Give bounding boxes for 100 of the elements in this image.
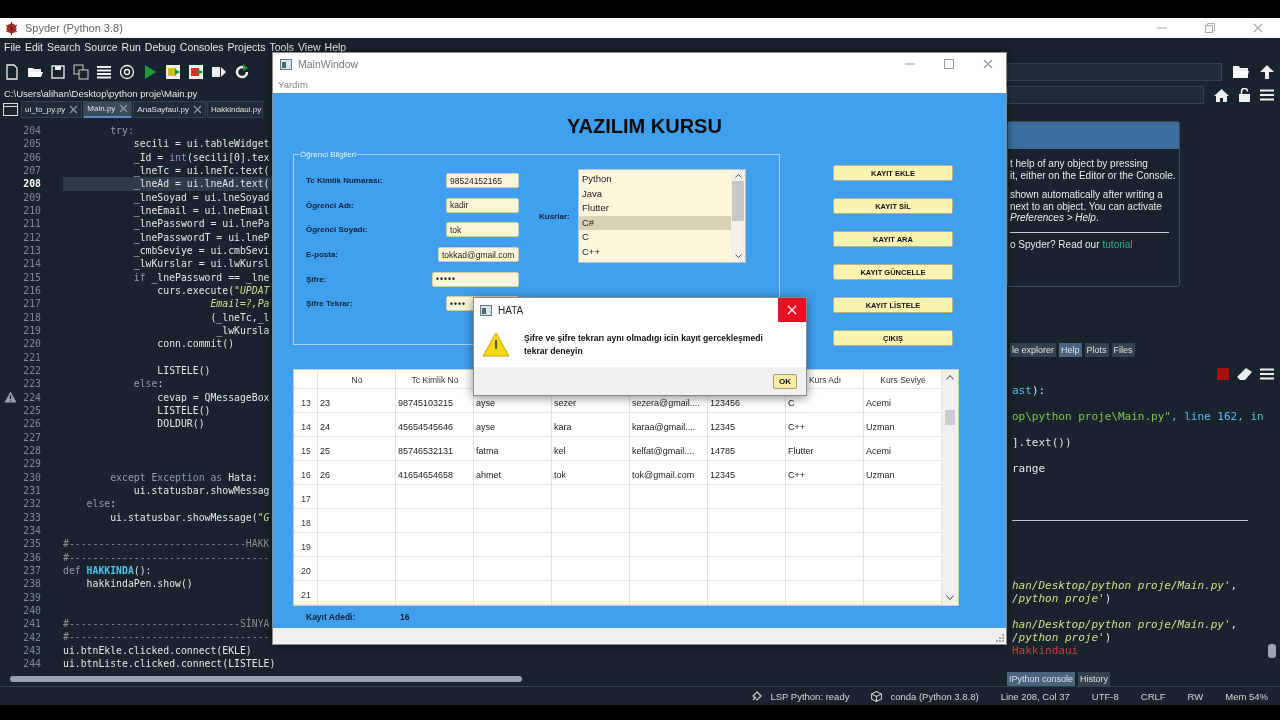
close-icon[interactable]	[192, 104, 202, 114]
plug-icon	[751, 690, 763, 702]
table-cell-text: 24	[319, 421, 331, 434]
input-field[interactable]: tok	[446, 222, 519, 238]
menu-item[interactable]: Projects	[225, 38, 268, 53]
close-icon[interactable]	[983, 59, 993, 69]
pane-tab[interactable]: Help	[1059, 343, 1082, 357]
list-item[interactable]: Java	[579, 186, 731, 202]
line-number: 204	[22, 125, 41, 137]
scrollbar[interactable]	[1268, 644, 1276, 658]
run-selection-icon[interactable]	[211, 64, 227, 80]
code-line: cevap = QMessageBox	[156, 390, 270, 404]
menu-item[interactable]: Source	[82, 38, 120, 53]
menu-item[interactable]: Help	[322, 38, 349, 53]
list-icon[interactable]	[96, 64, 112, 80]
row-header: 19	[300, 541, 312, 554]
table-cell-text: 41654654658	[397, 469, 455, 482]
console-tab[interactable]: IPython console	[1007, 672, 1076, 686]
run-cell-icon[interactable]	[165, 64, 181, 80]
input-field[interactable]: 98524152165	[446, 173, 519, 188]
menu-item[interactable]: File	[2, 38, 23, 53]
pane-tab[interactable]: Plots	[1084, 343, 1109, 357]
scrollbar[interactable]	[942, 370, 958, 605]
field-label: Ögrenci Adı:	[306, 200, 355, 210]
save-all-icon[interactable]	[73, 64, 89, 80]
table-cell-text: tok@gmail.com	[631, 469, 696, 482]
maximize-icon[interactable]	[944, 59, 954, 69]
table-cell-text: kelfat@gmail....	[631, 445, 696, 458]
column-header[interactable]: Tc Kimlik No	[396, 370, 474, 389]
column-header[interactable]: No	[318, 370, 396, 389]
scrollbar[interactable]	[10, 676, 522, 682]
input-field[interactable]: •••••	[432, 271, 519, 287]
file-tab[interactable]: Hakkindaui.py	[206, 100, 264, 118]
line-number: 221	[22, 351, 41, 363]
file-path: C:\Users\alihan\Desktop\python proje\Main.py	[3, 88, 199, 100]
row-header: 15	[300, 445, 312, 458]
list-item[interactable]: C#	[579, 215, 731, 231]
rerun-icon[interactable]	[234, 64, 250, 80]
scrollbar-thumb[interactable]	[945, 410, 955, 425]
menu-item[interactable]: Search	[45, 38, 83, 53]
ok-button[interactable]: OK	[773, 373, 797, 389]
file-tab[interactable]: AnaSayfaui.py	[133, 100, 206, 118]
path-field[interactable]	[1007, 63, 1222, 81]
list-item[interactable]: C	[579, 230, 731, 245]
line-number: 206	[22, 151, 41, 163]
up-arrow-icon[interactable]	[1260, 65, 1274, 79]
menu-item[interactable]: Tools	[267, 38, 297, 53]
line-number: 236	[22, 551, 41, 563]
eraser-icon[interactable]	[1237, 368, 1252, 380]
input-field[interactable]: kadir	[446, 197, 519, 213]
run-icon[interactable]	[142, 64, 158, 80]
close-icon[interactable]	[69, 104, 79, 114]
line-number: 230	[22, 471, 41, 483]
tab-list-icon[interactable]	[3, 102, 18, 116]
console-tab[interactable]: History	[1078, 672, 1111, 686]
course-list[interactable]: Python Java Flutter C# C C++	[578, 169, 746, 263]
chevron-up-icon	[734, 174, 742, 178]
table-cell-text: fatma	[475, 445, 500, 458]
home-icon[interactable]	[1214, 88, 1229, 102]
list-item[interactable]: Python	[579, 172, 731, 187]
table-cell-text: 45654545646	[397, 421, 455, 434]
lock-icon[interactable]	[1239, 88, 1250, 102]
save-icon[interactable]	[50, 64, 66, 80]
menu-icon[interactable]	[1260, 89, 1274, 101]
close-button[interactable]	[778, 298, 806, 322]
menu-item[interactable]: View	[296, 38, 323, 53]
scrollbar-thumb[interactable]	[732, 181, 744, 221]
close-icon[interactable]	[119, 104, 129, 113]
row-header: 21	[300, 589, 312, 602]
list-item[interactable]: C++	[579, 244, 731, 260]
new-file-icon[interactable]	[4, 64, 20, 80]
row-header: 20	[300, 565, 312, 578]
menu-item[interactable]: Edit	[22, 38, 45, 53]
table-cell-text: Acemi	[865, 397, 892, 410]
scrollbar[interactable]	[731, 170, 745, 262]
menu-item[interactable]: Yardım	[278, 78, 308, 90]
field-label: Şifre:	[306, 274, 328, 284]
run-cell-advance-icon[interactable]	[188, 64, 204, 80]
menu-icon[interactable]	[1260, 368, 1274, 380]
code-line: ui.statusbar.showMessage("G	[109, 510, 270, 524]
resize-grip-icon[interactable]	[996, 634, 1004, 642]
folder-icon[interactable]	[1233, 65, 1249, 79]
line-number: 238	[22, 578, 41, 590]
table-cell-text: Acemi	[865, 445, 892, 458]
code-line: _lwKurslar = ui.lwKursl	[132, 257, 270, 271]
column-header[interactable]: Kurs Seviye	[864, 370, 942, 389]
pane-tab[interactable]: le explorer	[1010, 343, 1057, 357]
search-field[interactable]	[1007, 86, 1204, 104]
menu-item[interactable]: Debug	[142, 38, 178, 53]
file-tab[interactable]: Main.py	[83, 100, 133, 118]
code-line: try:	[109, 124, 134, 138]
tutorial-link[interactable]: tutorial	[1102, 238, 1133, 250]
input-field[interactable]: tokkad@gmail.com	[438, 247, 519, 263]
list-item[interactable]: Flutter	[579, 201, 731, 216]
status-text: UTF-8	[1091, 690, 1119, 702]
file-tab[interactable]: ui_to_py.py	[21, 100, 83, 118]
line-number: 226	[22, 418, 41, 430]
menu-item[interactable]: Consoles	[177, 38, 226, 53]
pane-tab[interactable]: Files	[1111, 343, 1135, 357]
menu-item[interactable]: Run	[119, 38, 143, 53]
